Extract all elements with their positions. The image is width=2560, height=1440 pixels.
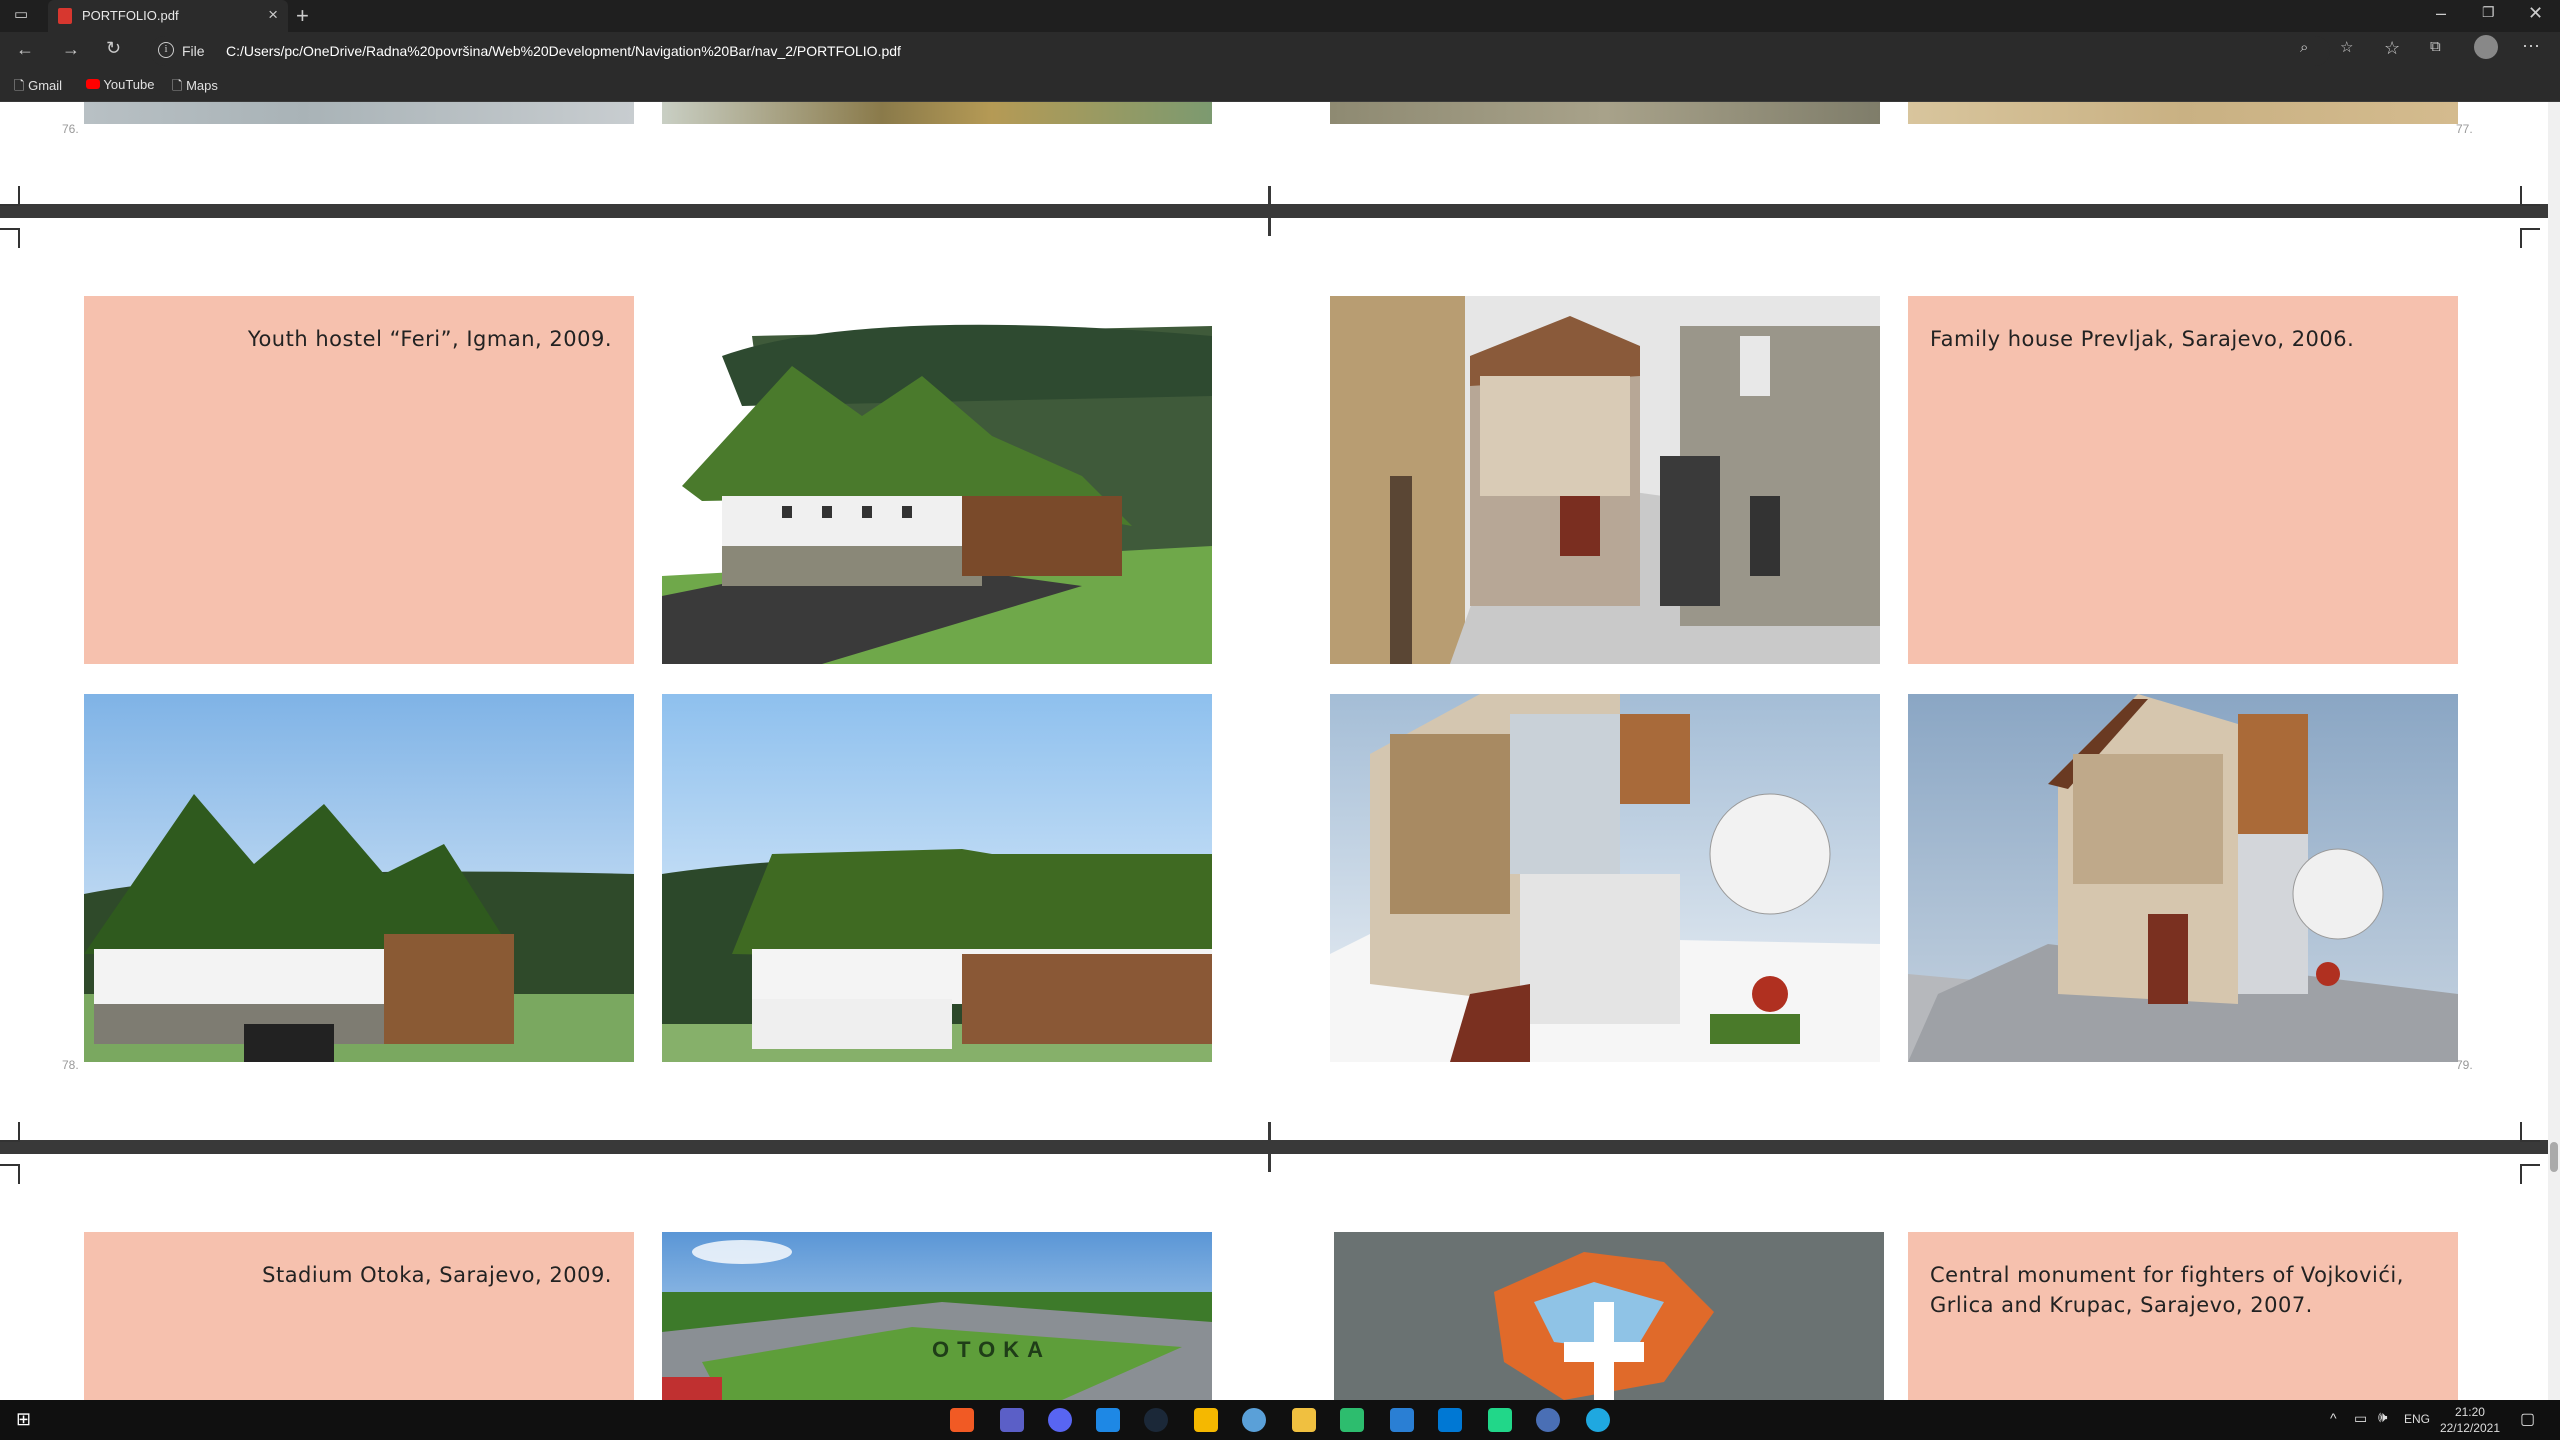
family-house-render-1	[1330, 694, 1880, 1062]
vscode-icon[interactable]	[1438, 1408, 1462, 1432]
minimize-icon[interactable]: –	[2436, 3, 2446, 24]
new-tab-icon[interactable]: +	[296, 3, 309, 29]
menu-icon[interactable]: ⋯	[2522, 36, 2540, 57]
family-house-photo	[1330, 296, 1880, 664]
edge-icon[interactable]	[1586, 1408, 1610, 1432]
steam-icon[interactable]	[1144, 1408, 1168, 1432]
taskbar: ⊞ ^ ▭ 🕪 ENG 21:20 22/12/2021 ▢	[0, 1400, 2560, 1440]
caption-panel: Central monument for fighters of Vojkovi…	[1908, 1232, 2458, 1400]
page-image	[1908, 102, 2458, 124]
crop-mark	[2520, 186, 2540, 206]
address-toolbar: ← → ↻ i File C:/Users/pc/OneDrive/Radna%…	[0, 32, 2560, 70]
collections-icon[interactable]: ⧉	[2430, 38, 2441, 55]
caption-monument: Central monument for fighters of Vojkovi…	[1930, 1263, 2404, 1317]
app-icon[interactable]	[1340, 1408, 1364, 1432]
family-house-render-2	[1908, 694, 2458, 1062]
bookmark-maps[interactable]: 🗋 Maps	[172, 77, 218, 99]
app-icon[interactable]	[1536, 1408, 1560, 1432]
browser-titlebar: ▭ PORTFOLIO.pdf × + – ❐ ✕	[0, 0, 2560, 32]
clock[interactable]: 21:20 22/12/2021	[2440, 1404, 2500, 1436]
caption-panel: Family house Prevljak, Sarajevo, 2006.	[1908, 296, 2458, 664]
youtube-icon	[86, 79, 100, 89]
add-favorite-icon[interactable]: ☆	[2340, 38, 2353, 56]
crop-mark	[0, 1122, 20, 1142]
bookmarks-bar: 🗋 Gmail YouTube 🗋 Maps	[0, 70, 2560, 102]
volume-icon[interactable]: 🕪	[2378, 1409, 2387, 1426]
youth-hostel-render-3	[662, 694, 1212, 1062]
caption-stadium: Stadium Otoka, Sarajevo, 2009.	[262, 1263, 612, 1287]
stadium-sign: OTOKA	[932, 1337, 1051, 1362]
info-icon[interactable]: i	[158, 42, 174, 58]
page-image	[1330, 102, 1880, 124]
caption-panel: Youth hostel “Feri”, Igman, 2009.	[84, 296, 634, 664]
youth-hostel-render-1	[662, 296, 1212, 664]
page-number: 79.	[2456, 1058, 2473, 1072]
tab-actions-icon[interactable]: ▭	[14, 5, 28, 23]
close-tab-icon[interactable]: ×	[268, 5, 278, 25]
app-icon[interactable]	[1096, 1408, 1120, 1432]
refresh-icon[interactable]: ↻	[106, 38, 121, 59]
page-image	[662, 102, 1212, 124]
language-indicator[interactable]: ENG	[2404, 1412, 2430, 1426]
teams-icon[interactable]	[1000, 1408, 1024, 1432]
close-window-icon[interactable]: ✕	[2528, 3, 2543, 24]
url-text[interactable]: C:/Users/pc/OneDrive/Radna%20površina/We…	[226, 43, 901, 59]
page-icon: 🗋	[14, 78, 25, 93]
pdf-icon	[58, 8, 72, 24]
scroll-thumb[interactable]	[2550, 1142, 2558, 1172]
scrollbar[interactable]	[2548, 102, 2560, 1400]
notifications-icon[interactable]: ▢	[2520, 1409, 2535, 1429]
page-separator	[0, 1122, 2548, 1172]
page-separator	[0, 186, 2548, 236]
zoom-icon[interactable]: ⌕	[2300, 39, 2308, 56]
crop-mark	[2520, 228, 2540, 248]
pdf-viewer[interactable]: 76. 77. Youth hostel “Feri”, Igman, 2009…	[0, 102, 2560, 1400]
bookmark-label: YouTube	[103, 77, 155, 92]
page-number: 77.	[2456, 122, 2473, 136]
page-image	[84, 102, 634, 124]
page-number: 76.	[62, 122, 79, 136]
file-label: File	[182, 43, 205, 59]
network-icon[interactable]: ▭	[2354, 1410, 2367, 1427]
mail-icon[interactable]	[1390, 1408, 1414, 1432]
pycharm-icon[interactable]	[1488, 1408, 1512, 1432]
discord-icon[interactable]	[1048, 1408, 1072, 1432]
bookmark-label: Gmail	[28, 78, 63, 93]
date: 22/12/2021	[2439, 1421, 2500, 1435]
monument-render	[1334, 1232, 1884, 1400]
crop-mark	[0, 1164, 20, 1184]
favorites-icon[interactable]: ☆	[2384, 38, 2400, 59]
file-explorer-icon[interactable]	[1292, 1408, 1316, 1432]
tray-chevron-icon[interactable]: ^	[2330, 1410, 2337, 1426]
stadium-render: OTOKA	[662, 1232, 1212, 1400]
address-bar[interactable]: i File C:/Users/pc/OneDrive/Radna%20povr…	[150, 36, 2330, 66]
brave-icon[interactable]	[950, 1408, 974, 1432]
back-icon[interactable]: ←	[16, 39, 34, 60]
bookmark-gmail[interactable]: 🗋 Gmail	[14, 77, 62, 99]
profile-avatar[interactable]	[2474, 35, 2498, 59]
bookmark-label: Maps	[186, 78, 218, 93]
time: 21:20	[2454, 1405, 2485, 1419]
caption-youth-hostel: Youth hostel “Feri”, Igman, 2009.	[247, 327, 612, 351]
crop-mark	[2520, 1122, 2540, 1142]
app-icon[interactable]	[1242, 1408, 1266, 1432]
page-number: 78.	[62, 1058, 79, 1072]
forward-icon[interactable]: →	[62, 39, 80, 60]
youth-hostel-render-2	[84, 694, 634, 1062]
caption-panel: Stadium Otoka, Sarajevo, 2009.	[84, 1232, 634, 1400]
tab-portfolio[interactable]: PORTFOLIO.pdf ×	[48, 0, 288, 32]
restore-icon[interactable]: ❐	[2482, 4, 2495, 21]
page-icon: 🗋	[172, 78, 183, 93]
tab-title: PORTFOLIO.pdf	[82, 8, 179, 23]
windows-start-icon[interactable]: ⊞	[16, 1409, 31, 1430]
crop-mark	[0, 228, 20, 248]
caption-family-house: Family house Prevljak, Sarajevo, 2006.	[1930, 327, 2355, 351]
rockstar-icon[interactable]	[1194, 1408, 1218, 1432]
crop-mark	[0, 186, 20, 206]
crop-mark	[2520, 1164, 2540, 1184]
bookmark-youtube[interactable]: YouTube	[86, 77, 154, 92]
